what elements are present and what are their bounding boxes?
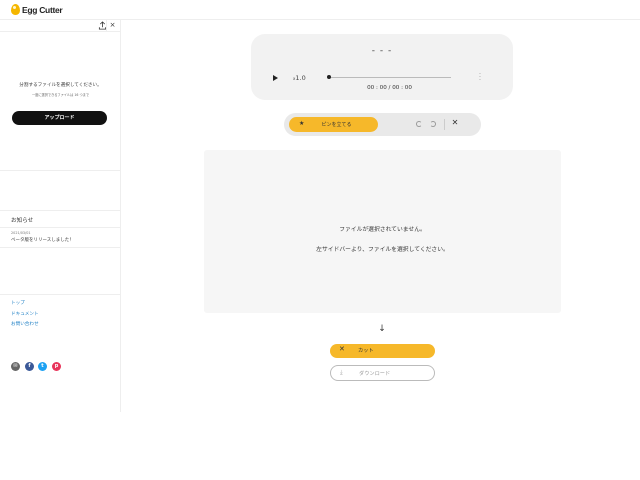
pin-button[interactable]: ★ ピンを立てる — [289, 117, 378, 132]
speed-value: 1.0 — [295, 74, 306, 82]
download-icon: ⤓ — [340, 369, 343, 376]
link-contact[interactable]: お問い合わせ — [11, 321, 39, 327]
close-icon[interactable]: × — [108, 20, 117, 30]
sidebar-divider — [0, 247, 121, 248]
play-icon[interactable] — [273, 75, 278, 81]
time-display: 00 : 00 / 00 : 00 — [367, 85, 412, 91]
sidebar: × 分割するファイルを選択してください。 一度に選択できるファイルは 16 つま… — [0, 20, 121, 412]
sidebar-divider — [0, 210, 121, 211]
arrow-down-icon: ↓ — [378, 324, 386, 334]
sidebar-divider — [0, 294, 121, 295]
pin-button-label: ピンを立てる — [321, 122, 352, 128]
download-button-label: ダウンロード — [359, 371, 391, 377]
audio-player: - - - x1.0 00 : 00 / 00 : 00 · · · — [251, 34, 513, 100]
toolbar-divider — [106, 20, 107, 32]
link-top[interactable]: トップ — [11, 300, 25, 306]
pocket-icon[interactable]: p — [52, 362, 61, 371]
toolbar-divider — [444, 119, 445, 130]
upload-button[interactable]: アップロード — [12, 111, 107, 125]
more-vertical-icon[interactable]: · · · — [478, 71, 482, 84]
file-select-prompt: 分割するファイルを選択してください。 — [19, 83, 102, 88]
notice-date: 2021/03/01 — [11, 231, 31, 235]
download-button[interactable]: ⤓ ダウンロード — [330, 365, 435, 381]
sidebar-divider — [0, 170, 121, 171]
notice-item[interactable]: ベータ版をリリースしました！ — [11, 237, 74, 243]
waveform-preview: ファイルが選択されていません。 左サイドバーより、ファイルを選択してください。 — [204, 150, 561, 313]
clear-pins-icon[interactable]: ✕ — [450, 118, 460, 127]
track-title: - - - — [371, 46, 393, 56]
twitter-icon[interactable]: t — [38, 362, 47, 371]
egg-logo-icon — [11, 4, 20, 15]
logo[interactable]: Egg Cutter — [11, 4, 63, 15]
undo-icon[interactable] — [416, 121, 422, 127]
cut-button[interactable]: ✕ カット — [330, 344, 435, 358]
logo-text: Egg Cutter — [22, 4, 63, 15]
facebook-icon[interactable]: f — [25, 362, 34, 371]
cut-button-label: カット — [358, 348, 374, 354]
pin-toolbar: ★ ピンを立てる ✕ — [284, 113, 481, 136]
sidebar-divider — [0, 227, 121, 228]
progress-handle[interactable] — [327, 75, 331, 79]
redo-icon[interactable] — [430, 121, 436, 127]
cut-icon: ✕ — [339, 345, 345, 353]
email-icon[interactable]: ✉ — [11, 362, 20, 371]
playback-speed[interactable]: x1.0 — [293, 74, 306, 82]
progress-bar[interactable] — [328, 77, 451, 78]
link-documents[interactable]: ドキュメント — [11, 311, 39, 317]
sidebar-toolbar: × — [0, 20, 121, 32]
empty-hint: 左サイドバーより、ファイルを選択してください。 — [316, 247, 449, 253]
empty-message: ファイルが選択されていません。 — [339, 227, 426, 233]
app-header: Egg Cutter — [0, 0, 640, 20]
file-select-note: 一度に選択できるファイルは 16 つまで — [31, 93, 90, 97]
notice-title: お知らせ — [11, 218, 34, 224]
